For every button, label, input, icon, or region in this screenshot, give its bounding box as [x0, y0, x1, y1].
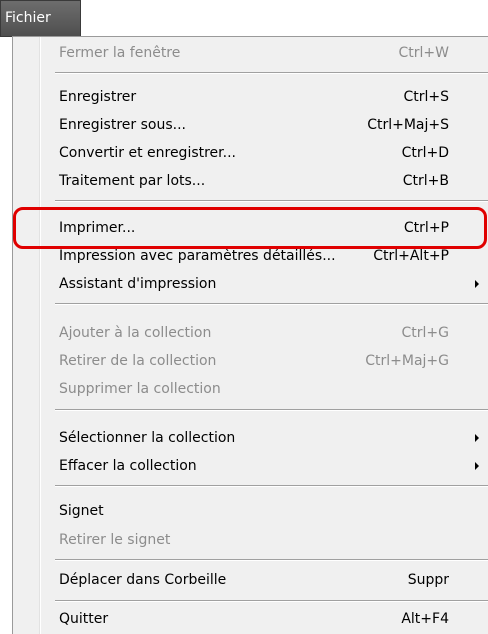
menu-item-shortcut: Ctrl+D — [401, 145, 449, 161]
menu-item-label: Déplacer dans Corbeille — [59, 572, 227, 588]
menu-item-convertir-et-enregistrer[interactable]: Convertir et enregistrer... Ctrl+D — [13, 139, 487, 167]
menu-item-label: Retirer le signet — [59, 532, 171, 548]
menu-separator — [55, 559, 488, 561]
menu-item-label: Signet — [59, 503, 104, 519]
menu-item-label: Convertir et enregistrer... — [59, 145, 236, 161]
menu-item-label: Effacer la collection — [59, 458, 197, 474]
menu-item-label: Traitement par lots... — [59, 173, 206, 189]
menu-item-label: Quitter — [59, 611, 109, 627]
menu-item-label: Ajouter à la collection — [59, 325, 212, 341]
menu-item-imprimer[interactable]: Imprimer... Ctrl+P — [13, 214, 487, 242]
menu-item-signet[interactable]: Signet — [13, 497, 487, 525]
menu-item-shortcut: Alt+F4 — [401, 611, 449, 627]
menu-item-ajouter-collection[interactable]: Ajouter à la collection Ctrl+G — [13, 319, 487, 347]
menu-item-enregistrer[interactable]: Enregistrer Ctrl+S — [13, 83, 487, 111]
menu-item-retirer-signet[interactable]: Retirer le signet — [13, 526, 487, 554]
submenu-arrow-icon — [475, 434, 479, 442]
menu-separator — [55, 72, 488, 74]
menu-item-label: Retirer de la collection — [59, 353, 217, 369]
menu-item-label: Supprimer la collection — [59, 381, 221, 397]
menu-item-supprimer-collection[interactable]: Supprimer la collection — [13, 375, 487, 403]
menu-item-shortcut: Ctrl+B — [402, 173, 449, 189]
menu-item-shortcut: Ctrl+P — [403, 220, 449, 236]
menu-item-shortcut: Suppr — [407, 572, 449, 588]
menu-item-label: Impression avec paramètres détaillés... — [59, 248, 336, 264]
menu-item-label: Fermer la fenêtre — [59, 45, 181, 61]
menu-item-shortcut: Ctrl+Alt+P — [373, 248, 449, 264]
menu-item-assistant-impression[interactable]: Assistant d'impression — [13, 270, 487, 298]
submenu-arrow-icon — [475, 280, 479, 288]
menu-item-traitement-par-lots[interactable]: Traitement par lots... Ctrl+B — [13, 167, 487, 195]
menu-item-quitter[interactable]: Quitter Alt+F4 — [13, 605, 487, 633]
menu-item-shortcut: Ctrl+W — [398, 45, 449, 61]
menu-item-label: Imprimer... — [59, 220, 136, 236]
submenu-arrow-icon — [475, 462, 479, 470]
menu-item-shortcut: Ctrl+Maj+S — [367, 117, 449, 133]
menu-item-shortcut: Ctrl+G — [401, 325, 450, 341]
menu-separator — [55, 200, 488, 202]
file-menu-dropdown: Fermer la fenêtre Ctrl+W Enregistrer Ctr… — [12, 36, 488, 634]
menu-separator — [55, 485, 488, 487]
menu-item-selectionner-collection[interactable]: Sélectionner la collection — [13, 424, 487, 452]
menu-item-label: Enregistrer — [59, 89, 137, 105]
menu-item-effacer-collection[interactable]: Effacer la collection — [13, 452, 487, 480]
menu-item-shortcut: Ctrl+S — [403, 89, 449, 105]
menu-item-shortcut: Ctrl+Maj+G — [365, 353, 449, 369]
menu-item-retirer-collection[interactable]: Retirer de la collection Ctrl+Maj+G — [13, 347, 487, 375]
menu-item-impression-parametres-detailles[interactable]: Impression avec paramètres détaillés... … — [13, 242, 487, 270]
menu-item-deplacer-corbeille[interactable]: Déplacer dans Corbeille Suppr — [13, 566, 487, 594]
menu-separator — [55, 303, 488, 305]
menu-separator — [55, 600, 488, 602]
menu-item-enregistrer-sous[interactable]: Enregistrer sous... Ctrl+Maj+S — [13, 111, 487, 139]
menu-separator — [55, 409, 488, 411]
menu-item-label: Enregistrer sous... — [59, 117, 186, 133]
menu-item-label: Assistant d'impression — [59, 276, 217, 292]
menu-item-label: Sélectionner la collection — [59, 430, 236, 446]
menu-item-fermer-la-fenetre[interactable]: Fermer la fenêtre Ctrl+W — [13, 39, 487, 67]
menu-fichier-tab[interactable]: Fichier — [0, 0, 81, 37]
